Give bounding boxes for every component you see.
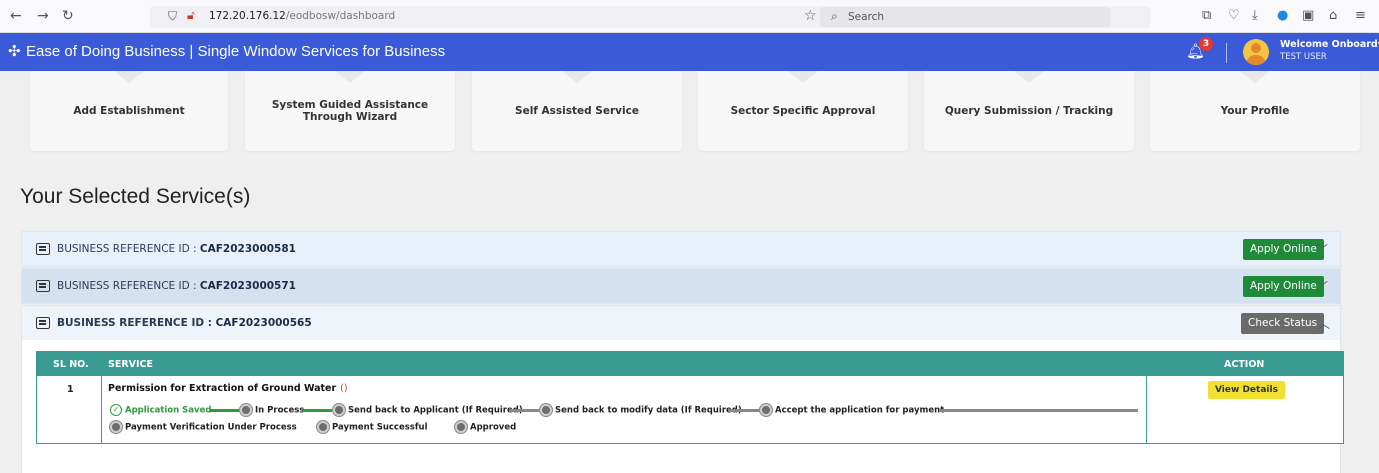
apply-online-button[interactable]: Apply Online xyxy=(1243,239,1324,260)
step-approved: Approved xyxy=(455,421,516,433)
column-divider xyxy=(101,351,102,444)
step-connector xyxy=(940,409,1138,412)
user-name: TEST USER xyxy=(1280,52,1327,62)
step-connector xyxy=(730,409,760,412)
view-details-button[interactable]: View Details xyxy=(1208,381,1285,399)
status-dot-icon xyxy=(540,404,552,416)
app-title: Ease of Doing Business | Single Window S… xyxy=(26,43,446,60)
browser-toolbar: ← → ↻ ⛉ 🔓︎ 172.20.176.12/eodbosw/dashboa… xyxy=(0,0,1379,33)
status-dot-icon xyxy=(760,404,772,416)
service-name: Permission for Extraction of Ground Wate… xyxy=(108,383,348,394)
chevron-down-icon[interactable]: ﹀ xyxy=(1316,241,1328,258)
card-add-establishment[interactable]: Add Establishment xyxy=(30,71,228,151)
account-icon[interactable]: ⌂ xyxy=(1329,9,1337,23)
back-arrow-icon[interactable]: ← xyxy=(10,8,22,24)
step-accept-payment: Accept the application for payment xyxy=(760,404,944,416)
list-icon xyxy=(36,317,50,329)
header-sl-no: SL NO. xyxy=(53,359,89,370)
search-box[interactable]: ⌕ Search xyxy=(820,7,1110,27)
reference-row[interactable]: BUSINESS REFERENCE ID : CAF2023000571 Ap… xyxy=(21,268,1341,304)
chevron-down-icon[interactable]: ﹀ xyxy=(1316,278,1328,295)
step-payment-successful: Payment Successful xyxy=(317,421,428,433)
address-bar[interactable]: ⛉ 🔓︎ 172.20.176.12/eodbosw/dashboard ☆ ⌕… xyxy=(150,6,1150,28)
card-self-assisted-service[interactable]: Self Assisted Service xyxy=(472,71,682,151)
download-icon[interactable]: ⤓ xyxy=(1252,9,1258,23)
card-your-profile[interactable]: Your Profile xyxy=(1150,71,1360,151)
check-circle-icon: ✓ xyxy=(110,404,122,416)
forward-arrow-icon[interactable]: → xyxy=(37,8,49,24)
status-dot-icon xyxy=(240,404,252,416)
header-action: ACTION xyxy=(1224,359,1265,370)
search-icon: ⌕ xyxy=(831,9,838,23)
list-icon xyxy=(36,280,50,292)
chevron-up-icon[interactable]: ︿ xyxy=(1318,315,1330,332)
status-dot-icon xyxy=(455,421,467,433)
list-icon xyxy=(36,243,50,255)
check-status-button[interactable]: Check Status xyxy=(1241,313,1325,334)
extension-icon[interactable]: ● xyxy=(1277,9,1288,23)
status-dot-icon xyxy=(333,404,345,416)
step-connector xyxy=(302,409,332,412)
screenshot-icon[interactable]: ⧉ xyxy=(1202,9,1211,23)
status-dot-icon xyxy=(110,421,122,433)
pocket-icon[interactable]: ♡ xyxy=(1228,9,1240,23)
column-divider xyxy=(1146,351,1147,444)
cell-sl-no: 1 xyxy=(67,384,74,395)
page-title: Your Selected Service(s) xyxy=(20,185,251,208)
reference-row[interactable]: BUSINESS REFERENCE ID : CAF2023000581 Ap… xyxy=(21,231,1341,267)
bookmark-star-icon[interactable]: ☆ xyxy=(804,8,817,24)
reference-label: BUSINESS REFERENCE ID : CAF2023000571 xyxy=(57,280,296,292)
step-connector xyxy=(210,409,240,412)
header-divider xyxy=(1226,43,1227,63)
reference-label: BUSINESS REFERENCE ID : CAF2023000581 xyxy=(57,243,296,255)
apply-online-button[interactable]: Apply Online xyxy=(1243,276,1324,297)
avatar[interactable] xyxy=(1243,39,1269,65)
url-text[interactable]: 172.20.176.12/eodbosw/dashboard xyxy=(209,10,395,22)
app-header: ✣ Ease of Doing Business | Single Window… xyxy=(0,33,1379,71)
insecure-lock-icon[interactable]: 🔓︎ xyxy=(187,8,195,23)
step-send-back-modify: Send back to modify data (If Required) xyxy=(540,404,742,416)
table-header: SL NO. SERVICE ACTION xyxy=(36,351,1344,376)
menu-icon[interactable]: ≡ xyxy=(1355,9,1366,23)
card-sector-specific-approval[interactable]: Sector Specific Approval xyxy=(698,71,908,151)
logo-icon: ✣ xyxy=(8,42,21,60)
status-dot-icon xyxy=(317,421,329,433)
reference-label: BUSINESS REFERENCE ID : CAF2023000565 xyxy=(57,317,312,329)
header-service: SERVICE xyxy=(108,359,153,370)
reader-icon[interactable]: ▣ xyxy=(1302,9,1314,23)
notification-badge: 3 xyxy=(1199,37,1213,51)
shield-icon[interactable]: ⛉ xyxy=(168,9,177,24)
step-in-process: In Process xyxy=(240,404,304,416)
card-query-submission[interactable]: Query Submission / Tracking xyxy=(924,71,1134,151)
reference-row[interactable]: BUSINESS REFERENCE ID : CAF2023000565 Ch… xyxy=(21,305,1341,341)
reload-icon[interactable]: ↻ xyxy=(62,8,74,24)
step-connector xyxy=(509,409,539,412)
step-send-back-applicant: Send back to Applicant (If Required) xyxy=(333,404,523,416)
step-payment-verification: Payment Verification Under Process xyxy=(110,421,297,433)
card-system-guided-assistance[interactable]: System Guided Assistance Through Wizard xyxy=(245,71,455,151)
welcome-text[interactable]: Welcome Onboard▾ xyxy=(1280,39,1379,50)
step-application-saved: ✓ Application Saved xyxy=(110,404,211,416)
